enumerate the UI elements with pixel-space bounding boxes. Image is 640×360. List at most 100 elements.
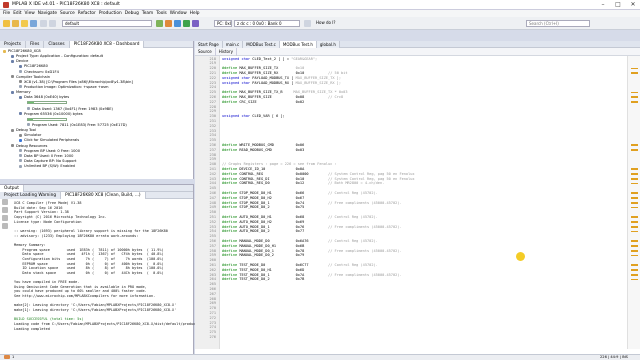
menu-item-view[interactable]: View [25,10,35,17]
occurrence-marker[interactable] [631,144,638,146]
occurrence-marker[interactable] [631,67,638,70]
tree-item-label: Checksum: 0xD1F4 [24,69,59,74]
redo-icon[interactable] [49,20,56,27]
code-token: #define [222,171,240,176]
occurrence-marker[interactable] [631,245,638,247]
debug-project-icon[interactable] [192,20,199,27]
occurrence-marker[interactable] [631,101,638,103]
line-number: 222 [209,75,217,80]
help-icon[interactable] [304,20,311,27]
occurrence-marker[interactable] [631,226,638,228]
gear-icon [11,144,14,148]
output-tab[interactable]: Project Loading Warning [0,192,62,199]
editor-tab[interactable]: MODBus Test.h [279,41,317,48]
occurrence-marker[interactable] [631,192,638,194]
editor-view-source[interactable]: Source [195,48,216,56]
clean-build-icon[interactable] [165,20,172,27]
configuration-select[interactable]: default [62,20,152,27]
close-button[interactable]: ✕ [626,0,640,9]
occurrence-marker[interactable] [631,202,638,204]
save-all-icon[interactable] [30,20,37,27]
editor-tab[interactable]: Start Page [195,41,223,48]
menu-item-edit[interactable]: Edit [13,10,21,17]
line-number: 220 [209,66,217,71]
occurrence-marker[interactable] [631,72,638,74]
menu-item-production[interactable]: Production [99,10,122,17]
menu-item-source[interactable]: Source [60,10,75,17]
menu-item-navigate[interactable]: Navigate [38,10,57,17]
occurrence-marker[interactable] [631,216,638,218]
tab-projects[interactable]: Projects [0,41,26,48]
tree-item-label: XC8 (v1.38) [C:\Program Files (x86)\Micr… [24,79,133,84]
undo-icon[interactable] [40,20,47,27]
occurrence-marker[interactable] [631,221,638,223]
tree-item[interactable]: Data 3648 (0xE40) bytes [0,95,193,100]
occurrence-marker[interactable] [631,91,638,94]
occurrence-marker[interactable] [631,269,638,271]
tab-files[interactable]: Files [25,41,45,48]
editor-tab[interactable]: global.h [316,41,340,48]
line-number: 275 [209,330,217,335]
editor-tab[interactable]: main.c [222,41,244,48]
new-file-icon[interactable] [12,20,19,27]
code-line: #define MANUAL_MODE_D0_2 0x79 [222,253,304,258]
code-line: #define CRC_SIZE 0x02 [222,100,304,105]
wrap-icon[interactable] [2,223,8,229]
code-token: CLED_Text_2 [ ] = [252,56,292,61]
status-bar: 1 226 | 44:9 | INS [0,354,640,360]
notifications-icon[interactable] [4,355,10,359]
occurrence-marker[interactable] [631,178,638,180]
output-tab[interactable]: PIC18F26K80 XC8 (Clean, Build, ...) [61,192,146,199]
tab-classes[interactable]: Classes [44,41,70,48]
open-project-icon[interactable] [21,20,28,27]
code-token: // Control Reg (45702). [328,190,378,195]
tree-item[interactable]: Program 65536 (0x10000) bytes [0,112,193,117]
build-icon[interactable] [156,20,163,27]
line-number: 268 [209,296,217,301]
occurrence-marker[interactable] [631,240,638,242]
menu-item-window[interactable]: Window [170,10,187,17]
menu-item-refactor[interactable]: Refactor [78,10,96,17]
occurrence-marker[interactable] [631,197,638,199]
occurrence-marker[interactable] [631,278,638,281]
rerun-icon[interactable] [2,199,8,205]
occurrence-marker[interactable] [631,96,638,98]
editor-view-history[interactable]: History [216,48,237,56]
occurrence-marker[interactable] [631,149,638,151]
occurrence-marker[interactable] [631,168,638,170]
occurrence-marker[interactable] [631,206,638,209]
menu-item-tools[interactable]: Tools [156,10,167,17]
tree-item[interactable]: Unlimited BP (S/W): Enabled [0,164,193,169]
code-token: #define [222,262,240,267]
output-title[interactable]: Output [0,185,24,192]
menu-item-debug[interactable]: Debug [125,10,139,17]
occurrence-marker[interactable] [631,173,638,175]
make-program-icon[interactable] [174,20,181,27]
stop-icon[interactable] [2,207,8,213]
code-token: CRC_SIZE [239,99,296,104]
source-code-area[interactable]: unsigned char CLED_Text_2 [ ] = "GEAR&GE… [222,56,627,349]
clear-icon[interactable] [2,215,8,221]
occurrence-marker[interactable] [631,254,638,257]
occurrence-marker[interactable] [631,264,638,266]
new-project-icon[interactable] [3,20,10,27]
line-number: 233 [209,128,217,133]
occurrence-marker[interactable] [631,250,638,252]
run-project-icon[interactable] [183,20,190,27]
menu-item-file[interactable]: File [3,10,10,17]
occurrence-marker[interactable] [631,274,638,276]
maximize-button[interactable]: □ [611,0,625,9]
code-token: STOP_MODE_D0_H1 [239,190,296,195]
minimize-button[interactable]: – [596,0,610,9]
occurrence-marker[interactable] [631,230,638,233]
occurrence-marker[interactable] [631,182,638,185]
code-token: STOP_MODE_D0_H2 [239,195,296,200]
search-input[interactable]: Search (Ctrl+I) [526,20,590,27]
code-token: STOP_MODE_D0_1 [239,200,296,205]
menu-item-help[interactable]: Help [190,10,200,17]
code-token: PAYLOAD_MODBUS_RX [ [252,80,296,85]
editor-tab[interactable]: MODBus Test.c [243,41,280,48]
code-token: CONTROL_REG [239,171,296,176]
menu-item-team[interactable]: Team [142,10,153,17]
tab-pic18f26k80-xc8-dashboard[interactable]: PIC18F26K80 XC8 - Dashboard [69,41,145,48]
